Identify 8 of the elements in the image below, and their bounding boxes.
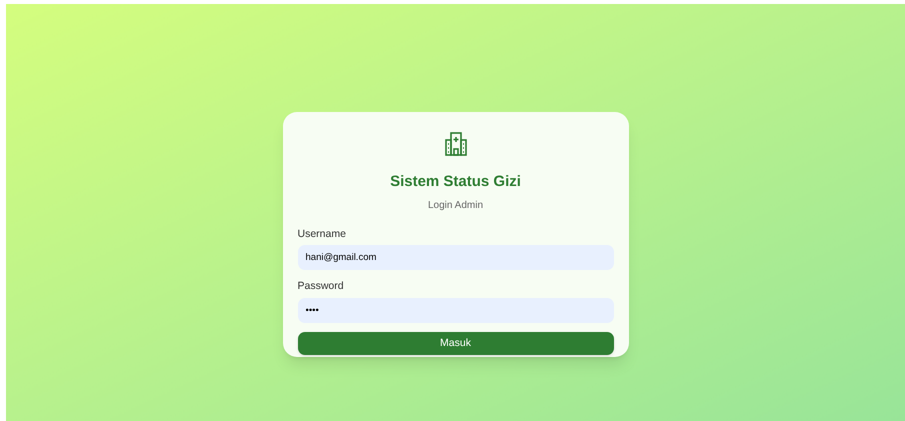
input-field[interactable]: •••• bbox=[298, 298, 614, 323]
card-subtitle: Login Admin bbox=[428, 198, 484, 212]
hospital-icon bbox=[444, 131, 466, 157]
card-title: Sistem Status Gizi bbox=[390, 172, 521, 192]
field-label: Password bbox=[298, 279, 345, 294]
input-field[interactable]: hani@gmail.com bbox=[298, 245, 614, 270]
submit-button[interactable]: Masuk bbox=[298, 332, 614, 355]
field-label: Username bbox=[298, 226, 347, 242]
